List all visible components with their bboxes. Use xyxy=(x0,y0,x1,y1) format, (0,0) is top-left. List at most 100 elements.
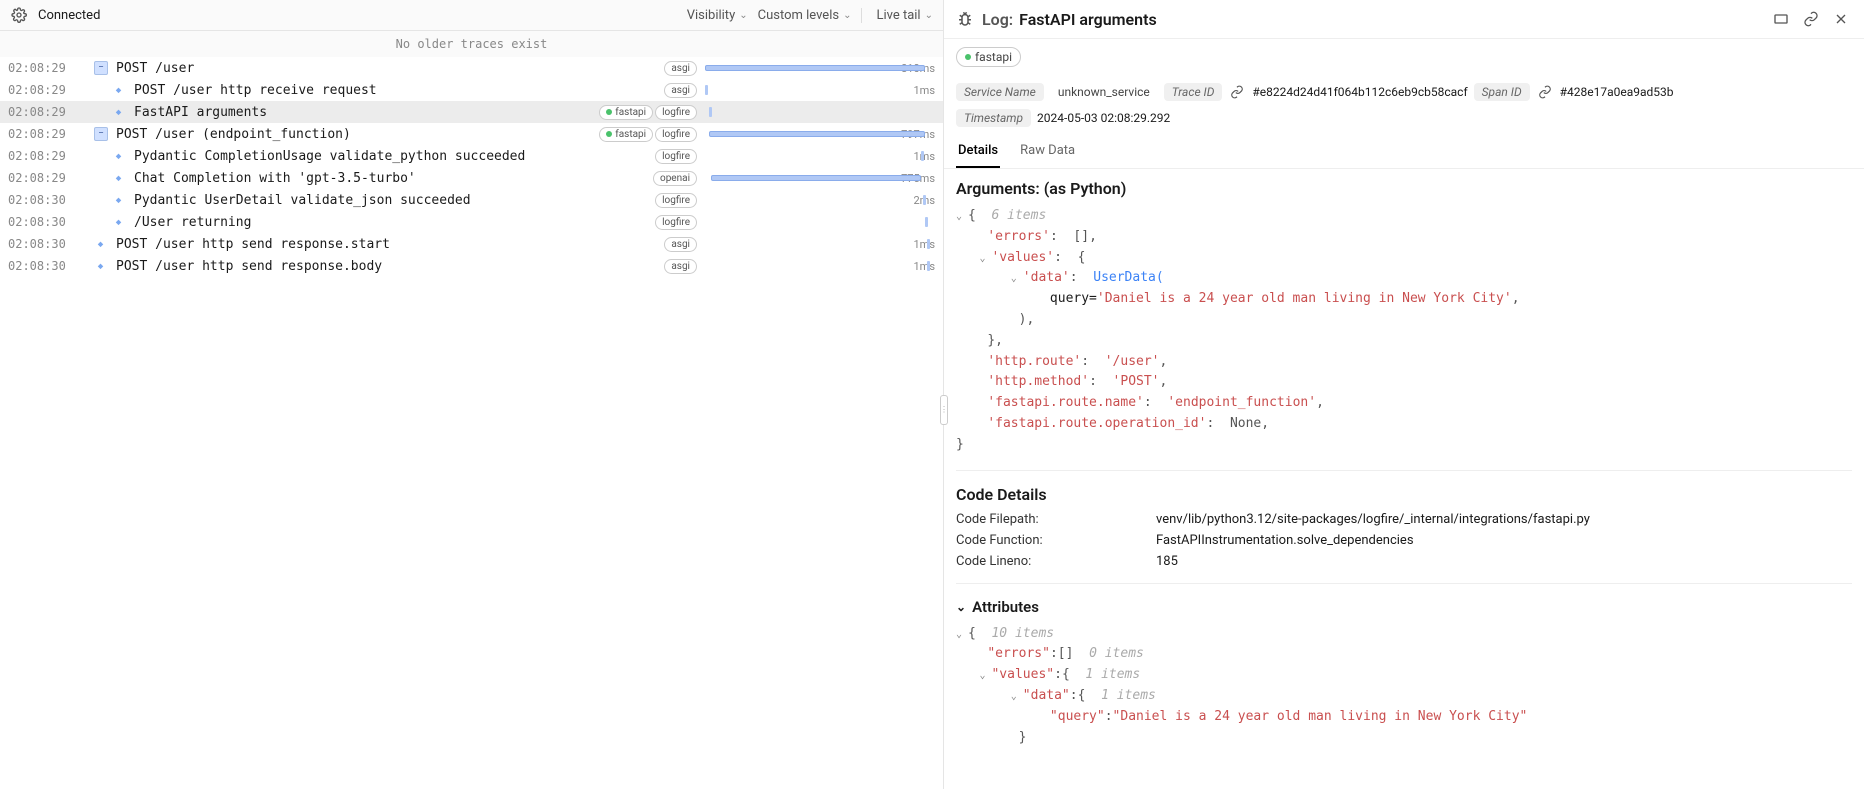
link-icon[interactable] xyxy=(1800,8,1822,30)
trace-timestamp: 02:08:30 xyxy=(8,215,78,229)
code-function-key: Code Function: xyxy=(956,533,1156,548)
code-filepath-key: Code Filepath: xyxy=(956,512,1156,527)
trace-message: Chat Completion with 'gpt-3.5-turbo' xyxy=(134,171,645,186)
link-icon[interactable] xyxy=(1536,83,1554,101)
tag-row: fastapi xyxy=(944,39,1864,75)
diamond-icon: ■ xyxy=(109,190,129,210)
trace-row[interactable]: 02:08:29 −POST /user asgi 810ms xyxy=(0,57,943,79)
badge-logfire: logfire xyxy=(655,105,697,120)
chevron-down-icon: ⌄ xyxy=(739,10,747,21)
trace-badges: logfire xyxy=(655,215,697,230)
collapse-icon[interactable]: − xyxy=(94,61,108,75)
trace-id-val[interactable]: #e8224d24d41f064b112c6eb9cb58cacf xyxy=(1252,85,1467,99)
trace-timeline: 775ms xyxy=(705,172,935,185)
diamond-icon: ■ xyxy=(91,256,111,276)
caret-icon[interactable]: ⌄ xyxy=(979,251,989,267)
trace-message: POST /user http send response.start xyxy=(116,237,656,252)
code-filepath-val: venv/lib/python3.12/site-packages/logfir… xyxy=(1156,512,1852,527)
service-tag: fastapi xyxy=(956,47,1021,67)
trace-timestamp: 02:08:30 xyxy=(8,259,78,273)
span-id-val[interactable]: #428e17a0ea9ad53b xyxy=(1560,85,1674,99)
detail-header: Log: FastAPI arguments xyxy=(944,0,1864,39)
diamond-icon: ■ xyxy=(109,80,129,100)
close-icon[interactable] xyxy=(1830,8,1852,30)
service-name-pill: Service Name xyxy=(956,83,1044,101)
badge-logfire: logfire xyxy=(655,215,697,230)
trace-row[interactable]: 02:08:30■POST /user http send response.b… xyxy=(0,255,943,277)
arguments-section: Arguments: (as Python) ⌄{ 6 items 'error… xyxy=(944,169,1864,466)
trace-timeline: 1ms xyxy=(705,150,935,163)
collapse-icon[interactable]: − xyxy=(94,127,108,141)
trace-badges: asgi xyxy=(664,237,697,252)
trace-message: POST /user (endpoint_function) xyxy=(116,127,591,142)
timestamp-pill: Timestamp xyxy=(956,109,1031,127)
trace-timestamp: 02:08:29 xyxy=(8,61,78,75)
tab-details[interactable]: Details xyxy=(956,135,1000,168)
trace-message: FastAPI arguments xyxy=(134,105,591,120)
tab-raw-data[interactable]: Raw Data xyxy=(1018,135,1077,168)
expand-icon[interactable] xyxy=(1770,8,1792,30)
trace-row[interactable]: 02:08:29 ■ FastAPI arguments fastapilogfire xyxy=(0,101,943,123)
trace-row[interactable]: 02:08:30■Pydantic UserDetail validate_js… xyxy=(0,189,943,211)
trace-message: /User returning xyxy=(134,215,647,230)
trace-id-pill: Trace ID xyxy=(1164,83,1223,101)
trace-list: 02:08:29−POST /userasgi810ms02:08:29■POS… xyxy=(0,57,943,789)
panel-resize-handle[interactable]: ⋮ xyxy=(940,395,948,425)
diamond-icon: ■ xyxy=(109,102,129,122)
caret-icon[interactable]: ⌄ xyxy=(1011,689,1021,705)
caret-icon[interactable]: ⌄ xyxy=(979,668,989,684)
trace-timestamp: 02:08:29 xyxy=(8,105,78,119)
trace-row[interactable]: 02:08:30■/User returninglogfire xyxy=(0,211,943,233)
arguments-code: ⌄{ 6 items 'errors': [], ⌄'values': { ⌄'… xyxy=(956,206,1852,456)
code-lineno-key: Code Lineno: xyxy=(956,554,1156,569)
trace-row[interactable]: 02:08:29■POST /user http receive request… xyxy=(0,79,943,101)
arguments-heading: Arguments: (as Python) xyxy=(956,179,1852,198)
trace-message: Pydantic CompletionUsage validate_python… xyxy=(134,149,647,164)
detail-title: Log: FastAPI arguments xyxy=(982,10,1157,29)
trace-badges: fastapilogfire xyxy=(599,105,697,120)
badge-asgi: asgi xyxy=(664,83,697,98)
trace-timeline: 810ms xyxy=(705,62,935,75)
trace-message: POST /user xyxy=(116,61,656,76)
live-tail-dropdown[interactable]: Live tail⌄ xyxy=(861,8,933,23)
attributes-heading[interactable]: ⌄Attributes xyxy=(956,598,1852,616)
trace-row[interactable]: 02:08:30■POST /user http send response.s… xyxy=(0,233,943,255)
badge-logfire: logfire xyxy=(655,149,697,164)
timestamp-row: Timestamp 2024-05-03 02:08:29.292 xyxy=(944,109,1864,135)
code-details-section: Code Details Code Filepath: venv/lib/pyt… xyxy=(944,475,1864,579)
trace-row[interactable]: 02:08:29 ■ Chat Completion with 'gpt-3.5-t… xyxy=(0,167,943,189)
trace-duration: 1ms xyxy=(897,84,935,97)
detail-panel: Log: FastAPI arguments fastapi Service N… xyxy=(944,0,1864,789)
diamond-icon: ■ xyxy=(91,234,111,254)
badge-asgi: asgi xyxy=(664,61,697,76)
trace-duration: 1ms xyxy=(897,150,935,163)
badge-openai: openai xyxy=(653,171,697,186)
visibility-dropdown[interactable]: Visibility⌄ xyxy=(687,8,748,23)
top-bar: Connected Visibility⌄ Custom levels⌄ Liv… xyxy=(0,0,943,31)
diamond-icon: ■ xyxy=(109,168,129,188)
trace-timestamp: 02:08:29 xyxy=(8,171,78,185)
chevron-down-icon: ⌄ xyxy=(843,10,851,21)
trace-duration: 2ms xyxy=(897,194,935,207)
gear-icon[interactable] xyxy=(10,6,28,24)
caret-icon[interactable]: ⌄ xyxy=(956,627,966,643)
link-icon[interactable] xyxy=(1228,83,1246,101)
trace-timeline: 797ms xyxy=(705,128,935,141)
trace-timestamp: 02:08:30 xyxy=(8,193,78,207)
connected-status: Connected xyxy=(38,8,100,23)
trace-timestamp: 02:08:29 xyxy=(8,127,78,141)
service-name-val: unknown_service xyxy=(1050,83,1158,101)
chevron-down-icon: ⌄ xyxy=(925,10,933,21)
trace-timeline: 1ms xyxy=(705,260,935,273)
trace-row[interactable]: 02:08:29−POST /user (endpoint_function)f… xyxy=(0,123,943,145)
badge-asgi: asgi xyxy=(664,237,697,252)
trace-badges: asgi xyxy=(664,83,697,98)
caret-icon[interactable]: ⌄ xyxy=(1011,271,1021,287)
caret-icon[interactable]: ⌄ xyxy=(956,209,966,225)
badge-fastapi-dot: fastapi xyxy=(599,105,653,120)
trace-timestamp: 02:08:29 xyxy=(8,83,78,97)
code-lineno-val: 185 xyxy=(1156,554,1852,569)
detail-tabs: Details Raw Data xyxy=(944,135,1864,169)
trace-row[interactable]: 02:08:29■Pydantic CompletionUsage valida… xyxy=(0,145,943,167)
custom-levels-dropdown[interactable]: Custom levels⌄ xyxy=(758,8,852,23)
